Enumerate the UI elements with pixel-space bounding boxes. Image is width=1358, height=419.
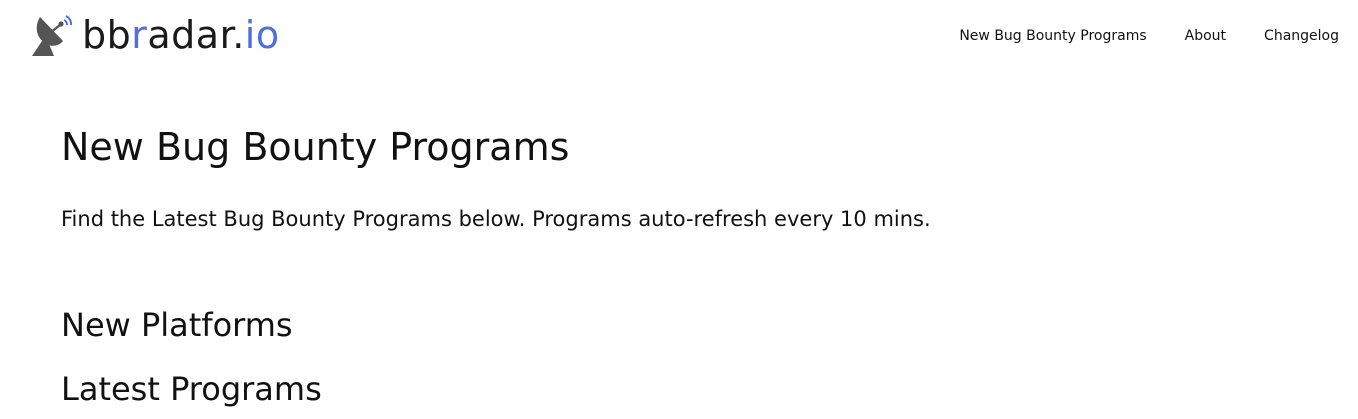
satellite-dish-icon	[32, 15, 72, 56]
page-description: Find the Latest Bug Bounty Programs belo…	[61, 207, 931, 231]
brand-name-prefix: bb	[82, 13, 132, 57]
section-title-latest-programs: Latest Programs	[61, 370, 322, 408]
nav-link-changelog[interactable]: Changelog	[1264, 24, 1339, 48]
nav-link-new-programs[interactable]: New Bug Bounty Programs	[959, 24, 1146, 48]
page-title: New Bug Bounty Programs	[61, 125, 570, 169]
brand-name: bbradar.io	[82, 12, 280, 58]
navbar: bbradar.io New Bug Bounty Programs About…	[0, 0, 1358, 72]
brand-name-suffix: adar.	[147, 13, 245, 57]
nav-link-about[interactable]: About	[1185, 24, 1226, 48]
brand-name-accent: r	[131, 13, 148, 57]
brand-name-tld: io	[244, 13, 280, 57]
brand-logo-link[interactable]: bbradar.io	[30, 12, 280, 58]
top-nav: New Bug Bounty Programs About Changelog	[959, 24, 1339, 48]
section-title-new-platforms: New Platforms	[61, 306, 293, 344]
